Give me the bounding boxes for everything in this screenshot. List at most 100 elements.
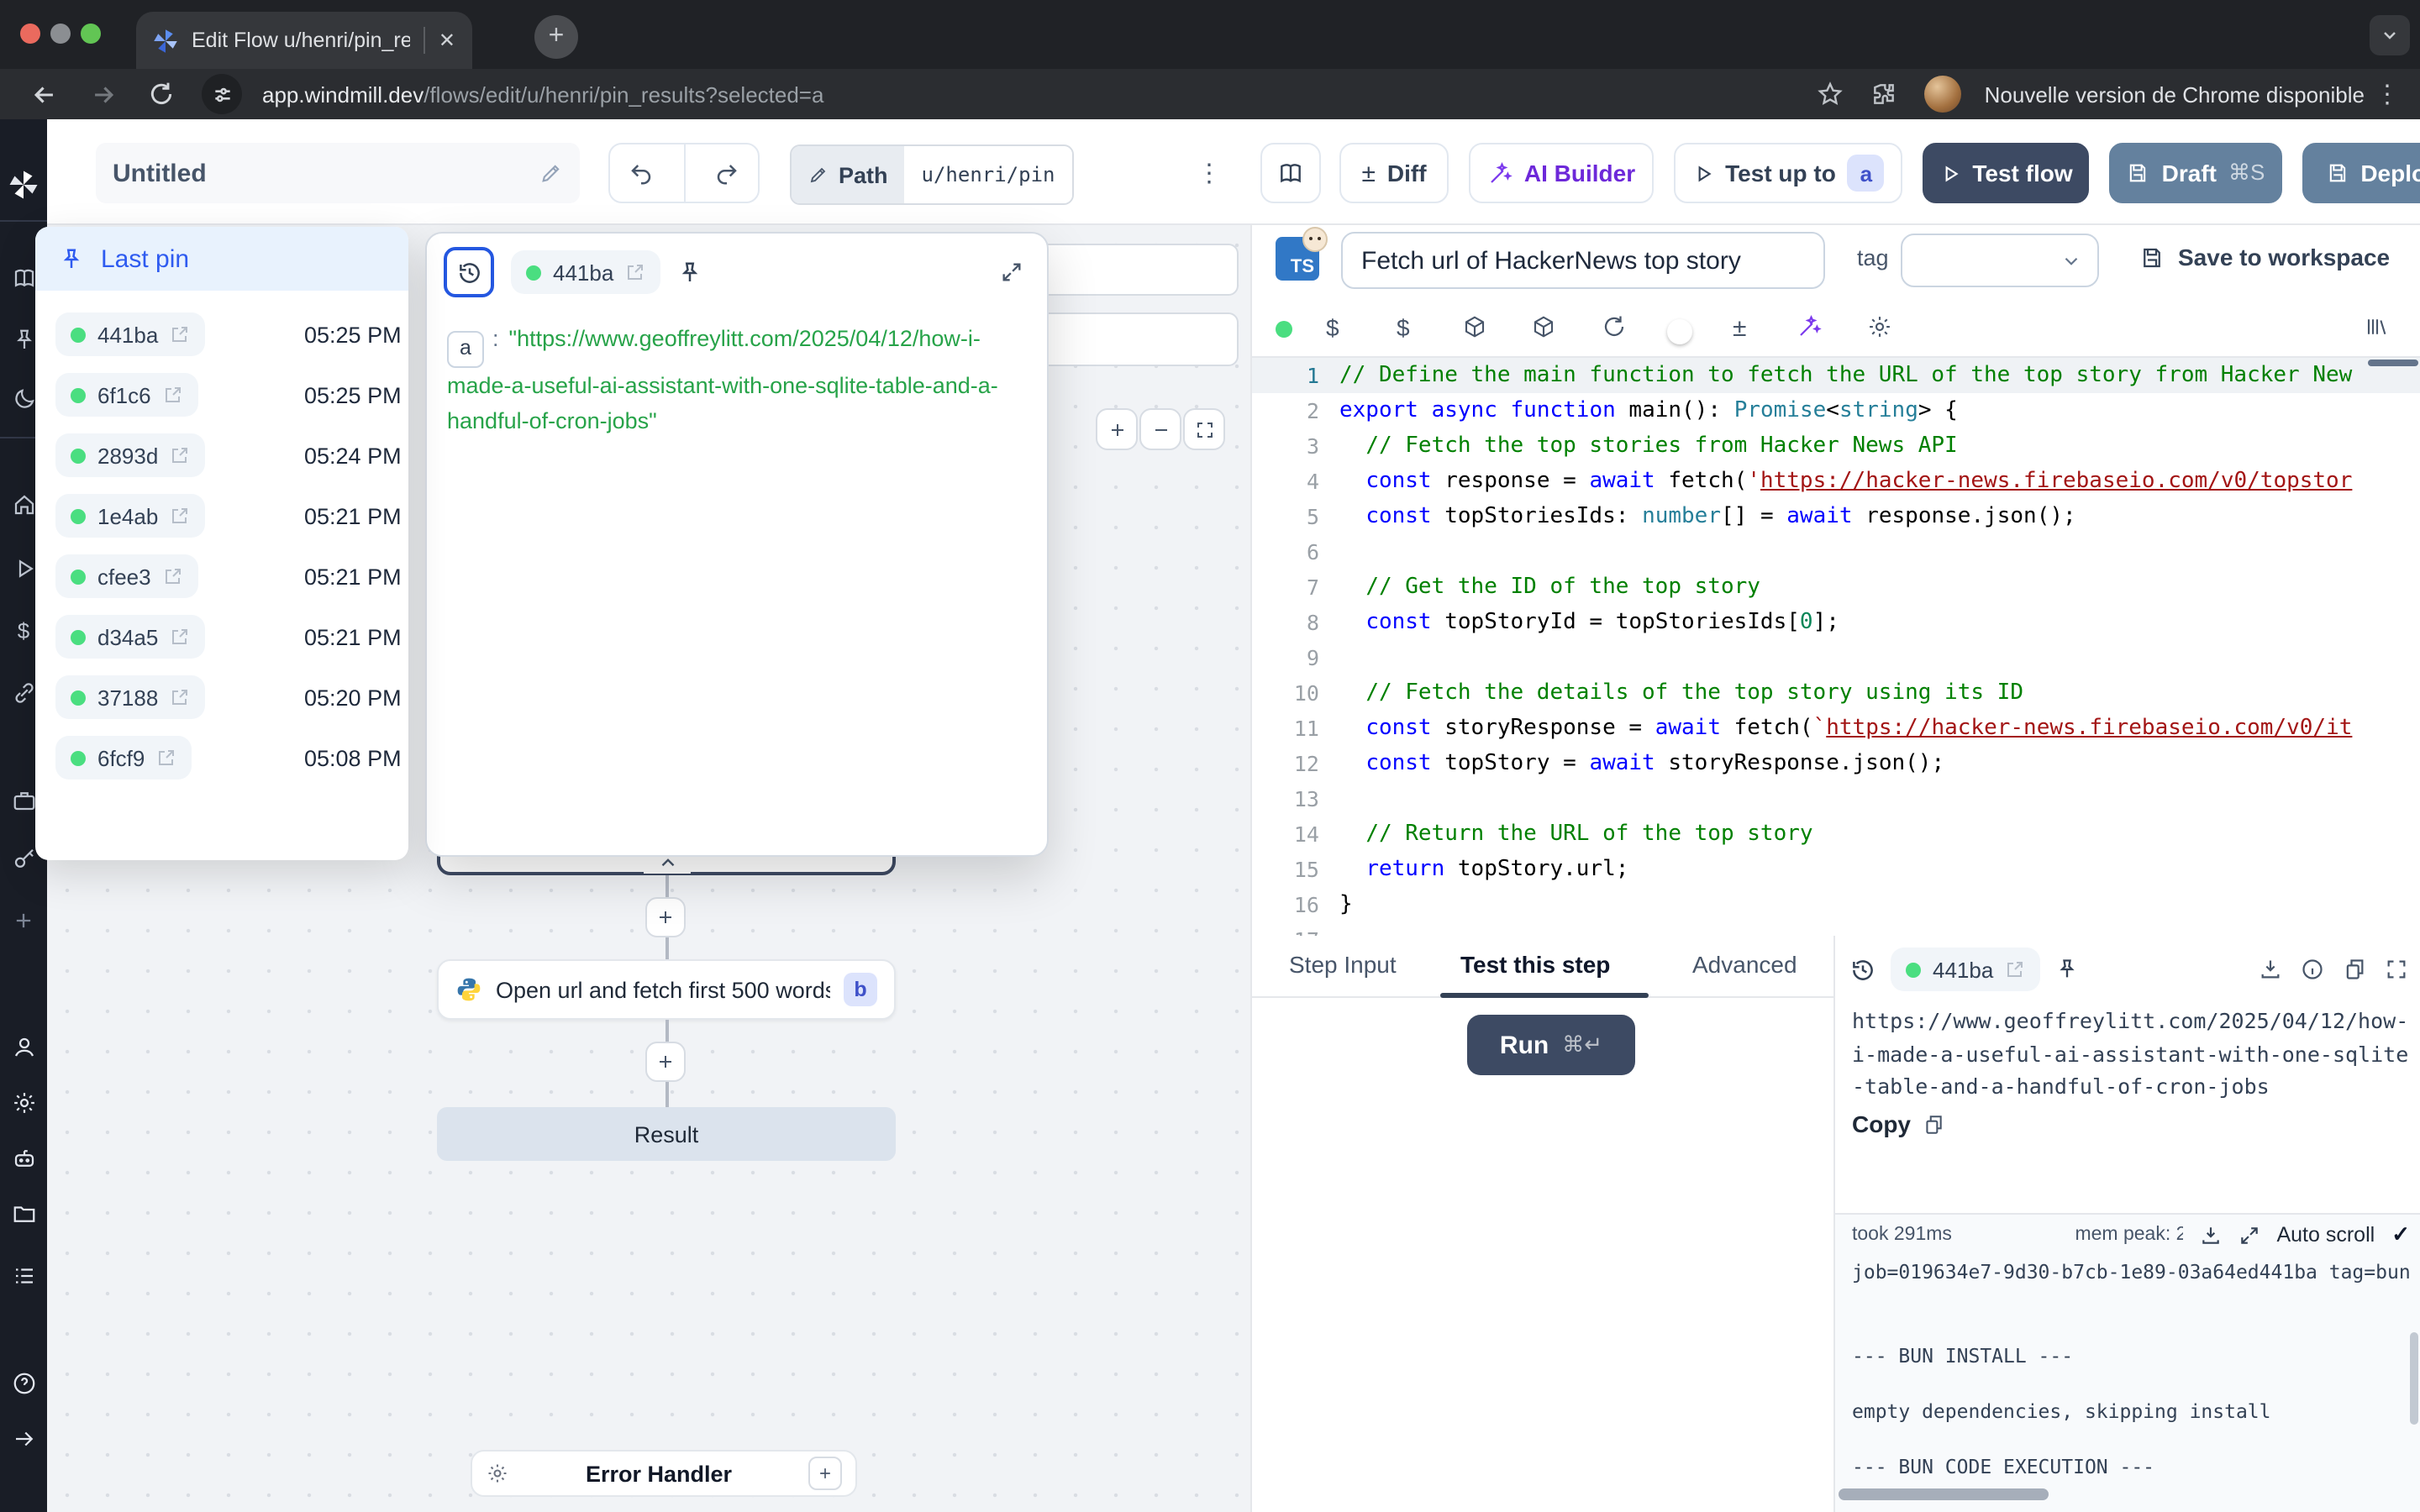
insert-step-button[interactable]: [645, 1042, 686, 1082]
job-pill[interactable]: 2893d: [55, 433, 205, 477]
diff-button[interactable]: ± Diff: [1339, 143, 1449, 203]
tab-step-input[interactable]: Step Input: [1289, 951, 1397, 978]
copy-clipboard-icon[interactable]: [2343, 958, 2366, 981]
history-icon[interactable]: [1850, 957, 1876, 982]
sidebar-item-help[interactable]: [0, 1371, 47, 1396]
pushpin-icon[interactable]: [2055, 958, 2079, 981]
undo-button[interactable]: [610, 144, 671, 202]
job-pill[interactable]: cfee3: [55, 554, 198, 598]
test-flow-button[interactable]: Test flow: [1923, 143, 2089, 203]
package-icon[interactable]: [1462, 314, 1487, 339]
editor-settings-gear-icon[interactable]: [1867, 314, 1892, 339]
info-icon[interactable]: [2301, 958, 2324, 981]
ai-builder-button[interactable]: AI Builder: [1469, 143, 1654, 203]
tab-test-this-step[interactable]: Test this step: [1460, 951, 1610, 978]
test-up-to-button[interactable]: Test up to a: [1674, 143, 1902, 203]
check-icon[interactable]: ✓: [2391, 1221, 2410, 1248]
download-icon[interactable]: [2199, 1224, 2221, 1246]
windmill-logo-icon[interactable]: [0, 170, 47, 200]
external-link-icon[interactable]: [2005, 959, 2025, 979]
expand-icon[interactable]: [1000, 260, 1023, 284]
code-line[interactable]: 7 // Get the ID of the top story: [1252, 570, 2420, 605]
job-pill[interactable]: 1e4ab: [55, 494, 205, 538]
code-line[interactable]: 4 const response = await fetch('https://…: [1252, 464, 2420, 499]
external-link-icon[interactable]: [170, 506, 190, 526]
reload-button[interactable]: [148, 81, 175, 108]
tab-search-chevron-button[interactable]: [2370, 15, 2410, 55]
job-logs-panel[interactable]: took 291ms mem peak: 2 Auto scroll ✓ job…: [1835, 1213, 2420, 1512]
editor-scroll-indicator[interactable]: [2368, 360, 2418, 366]
resources-dollar-icon[interactable]: $: [1397, 314, 1410, 341]
flow-name-input[interactable]: Untitled: [96, 143, 580, 203]
job-pill[interactable]: 6fcf9: [55, 736, 192, 780]
external-link-icon[interactable]: [170, 627, 190, 647]
docs-button[interactable]: [1260, 143, 1321, 203]
save-to-workspace-button[interactable]: Save to workspace: [2139, 244, 2390, 270]
bookmark-button[interactable]: [1817, 81, 1844, 108]
sidebar-item-settings[interactable]: [0, 1090, 47, 1116]
browser-profile-avatar[interactable]: [1924, 76, 1961, 113]
code-line[interactable]: 9: [1252, 640, 2420, 675]
sidebar-item-account[interactable]: [0, 1035, 47, 1060]
address-bar[interactable]: app.windmill.dev/flows/edit/u/henri/pin_…: [262, 81, 1803, 107]
external-link-icon[interactable]: [163, 385, 183, 405]
logs-horizontal-scrollbar[interactable]: [1839, 1488, 2049, 1500]
code-line[interactable]: 3 // Fetch the top stories from Hacker N…: [1252, 428, 2420, 464]
tag-select[interactable]: [1901, 234, 2099, 287]
zoom-in-button[interactable]: [1096, 408, 1138, 450]
window-zoom-light[interactable]: [81, 24, 101, 44]
plus-minus-icon[interactable]: ±: [1733, 314, 1746, 343]
fullscreen-icon[interactable]: [2385, 958, 2408, 981]
code-line[interactable]: 16}: [1252, 887, 2420, 922]
sidebar-item-folders[interactable]: [0, 1201, 47, 1226]
code-line[interactable]: 17: [1252, 922, 2420, 936]
extensions-button[interactable]: [1870, 81, 1897, 108]
history-button[interactable]: [444, 247, 494, 297]
back-button[interactable]: [30, 80, 59, 108]
job-pill[interactable]: 6f1c6: [55, 373, 198, 417]
redo-button[interactable]: [697, 144, 758, 202]
code-editor[interactable]: 1// Define the main function to fetch th…: [1252, 358, 2420, 936]
code-line[interactable]: 2export async function main(): Promise<s…: [1252, 393, 2420, 428]
code-line[interactable]: 5 const topStoriesIds: number[] = await …: [1252, 499, 2420, 534]
logs-vertical-scrollbar[interactable]: [2410, 1332, 2418, 1425]
auto-scroll-label[interactable]: Auto scroll: [2276, 1223, 2375, 1247]
job-pill[interactable]: 441ba: [511, 250, 660, 294]
pushpin-icon[interactable]: [677, 260, 702, 285]
code-line[interactable]: 6: [1252, 534, 2420, 570]
job-pill[interactable]: 37188: [55, 675, 205, 719]
window-minimize-light[interactable]: [50, 24, 71, 44]
code-line[interactable]: 8 const topStoryId = topStoriesIds[0];: [1252, 605, 2420, 640]
browser-tab[interactable]: Edit Flow u/henri/pin_results ✕: [136, 12, 472, 69]
library-icon[interactable]: [2365, 314, 2390, 339]
fit-view-button[interactable]: [1183, 408, 1225, 450]
code-line[interactable]: 15 return topStory.url;: [1252, 852, 2420, 887]
external-link-icon[interactable]: [170, 687, 190, 707]
tab-advanced[interactable]: Advanced: [1692, 951, 1797, 978]
add-error-handler-button[interactable]: [808, 1457, 842, 1490]
package-icon[interactable]: [1531, 314, 1556, 339]
sidebar-item-add[interactable]: [0, 909, 47, 932]
sidebar-collapse-button[interactable]: [0, 1426, 47, 1452]
zoom-out-button[interactable]: [1139, 408, 1181, 450]
external-link-icon[interactable]: [156, 748, 176, 768]
toolbar-more-kebab-icon[interactable]: ⋮: [1197, 158, 1222, 188]
insert-step-button[interactable]: [645, 897, 686, 937]
job-pill[interactable]: d34a5: [55, 615, 205, 659]
deploy-button[interactable]: Deploy: [2302, 143, 2420, 203]
job-pill[interactable]: 441ba: [55, 312, 205, 356]
code-line[interactable]: 14 // Return the URL of the top story: [1252, 816, 2420, 852]
python-step-node[interactable]: Open url and fetch first 500 words of ..…: [437, 959, 896, 1020]
sidebar-item-apps-list[interactable]: [0, 1263, 47, 1289]
pinned-json-viewer[interactable]: a:"https://www.geoffreylitt.com/2025/04/…: [427, 297, 1047, 464]
job-pill[interactable]: 441ba: [1891, 948, 2040, 991]
run-button[interactable]: Run ⌘↵: [1467, 1015, 1635, 1075]
code-line[interactable]: 12 const topStory = await storyResponse.…: [1252, 746, 2420, 781]
result-node[interactable]: Result: [437, 1107, 896, 1161]
result-url-text[interactable]: https://www.geoffreylitt.com/2025/04/12/…: [1852, 1005, 2420, 1103]
ai-assistant-wand-icon[interactable]: [1797, 314, 1822, 339]
code-line[interactable]: 13: [1252, 781, 2420, 816]
code-line[interactable]: 11 const storyResponse = await fetch(`ht…: [1252, 711, 2420, 746]
download-icon[interactable]: [2259, 958, 2282, 981]
browser-menu-kebab-icon[interactable]: ⋮: [2375, 79, 2400, 109]
